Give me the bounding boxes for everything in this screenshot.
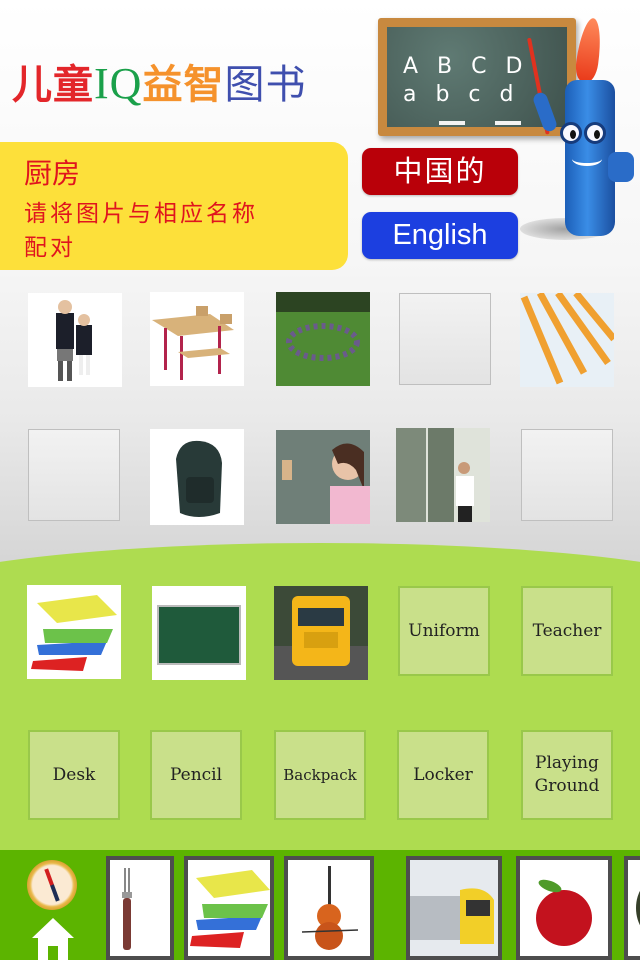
- apple-thumbnail[interactable]: [516, 856, 612, 960]
- word-card-locker[interactable]: Locker: [397, 730, 489, 820]
- english-language-button[interactable]: English: [362, 212, 518, 259]
- teacher-chalkboard-image[interactable]: [276, 430, 370, 524]
- school-bus-image[interactable]: [274, 586, 368, 680]
- title-char: 益: [142, 61, 184, 108]
- mascot-smile: [572, 152, 602, 166]
- instruction-panel: 厨房 请将图片与相应名称 配对: [0, 142, 348, 270]
- word-card-playing-ground[interactable]: Playing Ground: [521, 730, 613, 820]
- word-line: Playing: [535, 753, 599, 773]
- playground-children-image[interactable]: [276, 292, 370, 386]
- home-icon[interactable]: [30, 916, 76, 960]
- title-char: 童: [53, 61, 94, 108]
- chinese-language-button[interactable]: 中国的: [362, 148, 518, 195]
- word-card-pencil[interactable]: Pencil: [150, 730, 242, 820]
- school-desk-image[interactable]: [150, 292, 244, 386]
- chalk-piece: [495, 121, 521, 125]
- word-card-teacher[interactable]: Teacher: [521, 586, 613, 676]
- title-char: 书: [265, 62, 307, 108]
- empty-picture-slot[interactable]: [28, 429, 120, 521]
- backpack-image[interactable]: [150, 429, 244, 525]
- pencils-image[interactable]: [520, 293, 614, 387]
- avocado-thumbnail[interactable]: [624, 856, 640, 960]
- word-card-desk[interactable]: Desk: [28, 730, 120, 820]
- empty-picture-slot[interactable]: [399, 293, 491, 385]
- app-title: 儿童IQ益智图书: [12, 52, 306, 110]
- instruction-text: 请将图片与相应名称: [24, 201, 258, 227]
- uniform-students-image[interactable]: [28, 293, 122, 387]
- mascot-thumbs-up: [608, 152, 634, 182]
- chalkboard-uppercase: A B C D: [403, 54, 529, 79]
- books-thumbnail[interactable]: [184, 856, 274, 960]
- books-stack-image[interactable]: [27, 585, 121, 679]
- word-card-backpack[interactable]: Backpack: [274, 730, 366, 820]
- locker-image[interactable]: [396, 428, 490, 522]
- fork-thumbnail[interactable]: [106, 856, 174, 960]
- word-card-uniform[interactable]: Uniform: [398, 586, 490, 676]
- instruction-text-cont: 配对: [24, 235, 76, 261]
- title-char: 儿: [12, 61, 53, 108]
- chalk-piece: [439, 121, 465, 125]
- green-board-image[interactable]: [152, 586, 246, 680]
- candle-flame: [573, 16, 605, 84]
- violin-thumbnail[interactable]: [284, 856, 374, 960]
- title-iq: IQ: [94, 59, 143, 108]
- word-line: Ground: [534, 776, 600, 796]
- train-thumbnail[interactable]: [406, 856, 502, 960]
- compass-icon[interactable]: [27, 860, 77, 910]
- empty-picture-slot[interactable]: [521, 429, 613, 521]
- category-title: 厨房: [24, 157, 81, 190]
- chalkboard-lowercase: a b c d: [403, 82, 520, 107]
- title-char: 图: [224, 62, 266, 108]
- mascot-glasses: [560, 122, 612, 146]
- title-char: 智: [183, 61, 225, 108]
